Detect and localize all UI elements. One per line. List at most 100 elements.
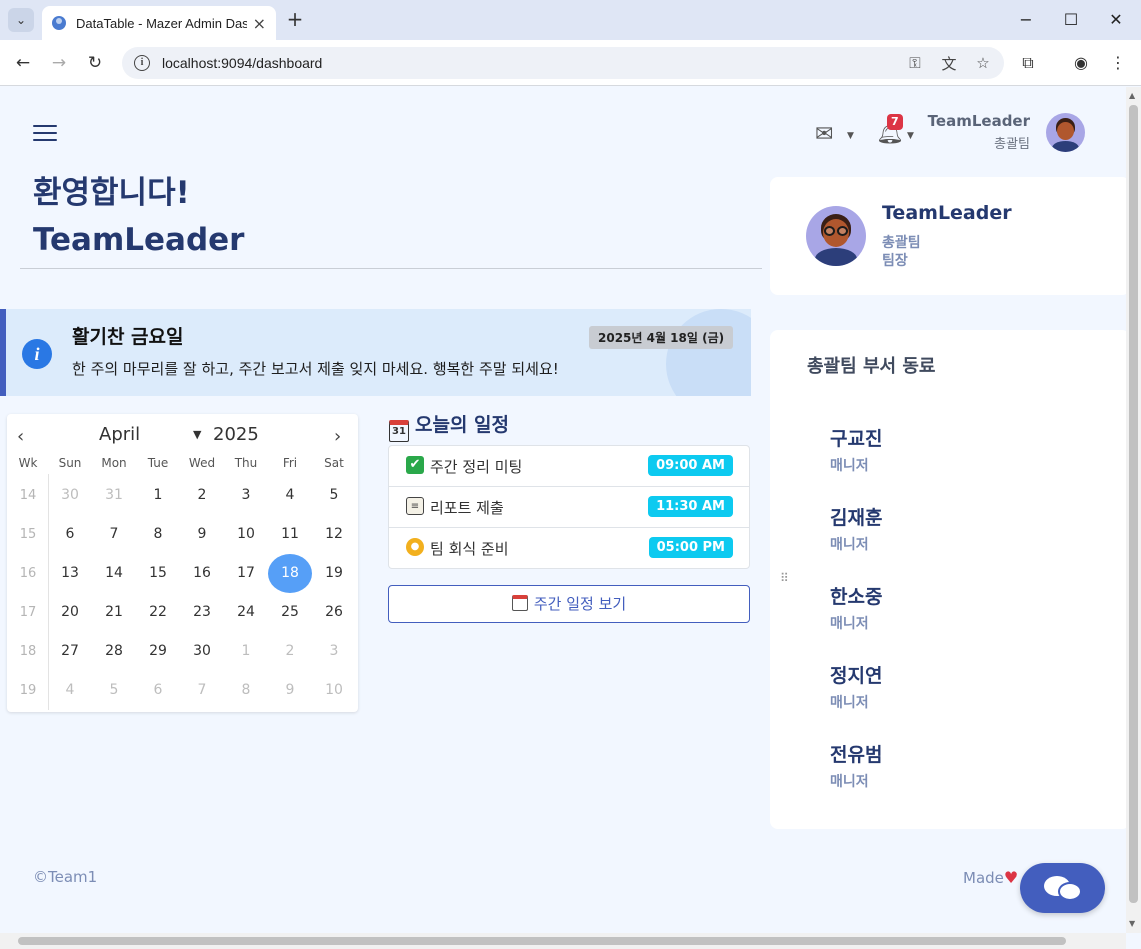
calendar-day[interactable]: 10 (224, 515, 268, 554)
calendar-day[interactable]: 19 (312, 554, 356, 593)
colleague-item[interactable]: 김재훈 매니저 (830, 503, 882, 554)
mail-dropdown-caret-icon[interactable]: ▼ (847, 131, 854, 141)
calendar-day[interactable]: 12 (312, 515, 356, 554)
key-icon[interactable]: ⚿ (906, 54, 924, 72)
calendar-day[interactable]: 25 (268, 593, 312, 632)
colleague-role: 매니저 (830, 458, 869, 474)
weekly-schedule-button[interactable]: 주간 일정 보기 (388, 585, 750, 623)
header-user-name[interactable]: TeamLeader (928, 112, 1030, 130)
back-arrow-icon[interactable]: ← (11, 51, 35, 75)
header-avatar[interactable] (1046, 113, 1085, 152)
calendar-day[interactable]: 15 (136, 554, 180, 593)
vertical-scroll-thumb[interactable] (1129, 105, 1138, 903)
menu-dots-icon[interactable]: ⋮ (1107, 52, 1129, 74)
tab-search-button[interactable]: ⌄ (8, 8, 34, 32)
scroll-up-icon[interactable]: ▲ (1129, 91, 1135, 100)
next-month-icon[interactable]: › (334, 426, 341, 447)
schedule-item[interactable]: ≡ 리포트 제출 11:30 AM (389, 487, 749, 528)
calendar-day[interactable]: 5 (312, 476, 356, 515)
maximize-icon[interactable]: ☐ (1056, 8, 1086, 32)
week-number: 15 (19, 527, 37, 542)
colleague-item[interactable]: 전유범 매니저 (830, 740, 882, 791)
calendar-day[interactable]: 7 (180, 671, 224, 710)
schedule-item[interactable]: ● 팀 회식 준비 05:00 PM (389, 528, 749, 569)
colleague-item[interactable]: 한소중 매니저 (830, 582, 882, 633)
calendar-day[interactable]: 2 (180, 476, 224, 515)
week-number: 14 (19, 488, 37, 503)
calendar-day[interactable]: 8 (224, 671, 268, 710)
calendar-day[interactable]: 6 (48, 515, 92, 554)
calendar-day[interactable]: 16 (180, 554, 224, 593)
month-select[interactable]: April (99, 424, 140, 445)
calendar-day[interactable]: 29 (136, 632, 180, 671)
prev-month-icon[interactable]: ‹ (17, 426, 24, 447)
schedule-item[interactable]: ✔ 주간 정리 미팅 09:00 AM (389, 446, 749, 487)
weekly-schedule-button-label: 주간 일정 보기 (533, 595, 627, 613)
calendar-icon: 31 (389, 420, 409, 442)
calendar-day[interactable]: 1 (224, 632, 268, 671)
calendar-day[interactable]: 8 (136, 515, 180, 554)
drag-handle-icon[interactable]: ⠿ (780, 571, 789, 585)
calendar-day[interactable]: 9 (180, 515, 224, 554)
browser-tab[interactable]: DataTable - Mazer Admin Dashboard × (42, 6, 276, 40)
schedule-time-badge: 09:00 AM (648, 455, 733, 476)
calendar-day[interactable]: 26 (312, 593, 356, 632)
calendar-day[interactable]: 13 (48, 554, 92, 593)
year-input[interactable]: 2025 (213, 424, 259, 445)
weekday-header: Sat (324, 456, 344, 470)
calendar-day[interactable]: 1 (136, 476, 180, 515)
calendar-day[interactable]: 17 (224, 554, 268, 593)
hamburger-menu-icon[interactable] (33, 125, 57, 143)
calendar-day[interactable]: 7 (92, 515, 136, 554)
calendar-day[interactable]: 4 (268, 476, 312, 515)
week-number: 17 (19, 605, 37, 620)
extensions-icon[interactable]: ⧉ (1017, 52, 1039, 74)
calendar-day[interactable]: 14 (92, 554, 136, 593)
mail-icon[interactable]: ✉ (815, 122, 833, 147)
calendar-day[interactable]: 11 (268, 515, 312, 554)
calendar-day[interactable]: 6 (136, 671, 180, 710)
star-icon[interactable]: ☆ (974, 54, 992, 72)
schedule-item-label: 팀 회식 준비 (430, 540, 509, 558)
forward-arrow-icon[interactable]: → (47, 51, 71, 75)
calendar-day[interactable]: 30 (48, 476, 92, 515)
favicon-icon (52, 16, 66, 30)
colleague-item[interactable]: 구교진 매니저 (830, 424, 882, 475)
vertical-scrollbar[interactable]: ▲ ▼ (1126, 87, 1141, 933)
reload-icon[interactable]: ↻ (83, 51, 107, 75)
address-toolbar: ← → ↻ i localhost:9094/dashboard ⚿ 文 ☆ ⧉… (0, 40, 1141, 86)
calendar-day[interactable]: 5 (92, 671, 136, 710)
calendar-day[interactable]: 23 (180, 593, 224, 632)
calendar-day[interactable]: 9 (268, 671, 312, 710)
calendar-day[interactable]: 3 (312, 632, 356, 671)
scroll-down-icon[interactable]: ▼ (1129, 919, 1135, 928)
calendar-day-selected[interactable]: 18 (268, 554, 312, 593)
horizontal-scroll-thumb[interactable] (18, 937, 1066, 945)
calendar-day[interactable]: 24 (224, 593, 268, 632)
calendar-day[interactable]: 3 (224, 476, 268, 515)
site-info-icon[interactable]: i (134, 55, 150, 71)
new-tab-button[interactable]: + (284, 8, 306, 32)
colleague-item[interactable]: 정지연 매니저 (830, 661, 882, 712)
horizontal-scrollbar[interactable] (0, 933, 1126, 949)
calendar-day[interactable]: 20 (48, 593, 92, 632)
calendar-day[interactable]: 27 (48, 632, 92, 671)
window-close-icon[interactable]: ✕ (1101, 8, 1131, 32)
chevron-down-icon[interactable]: ▼ (193, 428, 201, 441)
minimize-icon[interactable]: − (1011, 8, 1041, 32)
bell-dropdown-caret-icon[interactable]: ▼ (907, 131, 914, 141)
calendar-day[interactable]: 22 (136, 593, 180, 632)
calendar-day[interactable]: 30 (180, 632, 224, 671)
calendar-day[interactable]: 28 (92, 632, 136, 671)
close-icon[interactable]: × (253, 14, 266, 33)
calendar-day[interactable]: 21 (92, 593, 136, 632)
translate-icon[interactable]: 文 (940, 53, 958, 74)
address-bar[interactable]: i localhost:9094/dashboard ⚿ 文 ☆ (122, 47, 1004, 79)
calendar-day[interactable]: 10 (312, 671, 356, 710)
calendar-day[interactable]: 4 (48, 671, 92, 710)
profile-icon[interactable]: ◉ (1070, 52, 1092, 74)
calendar-day[interactable]: 2 (268, 632, 312, 671)
calendar-day[interactable]: 31 (92, 476, 136, 515)
chat-button[interactable] (1020, 863, 1105, 913)
week-number: 16 (19, 566, 37, 581)
